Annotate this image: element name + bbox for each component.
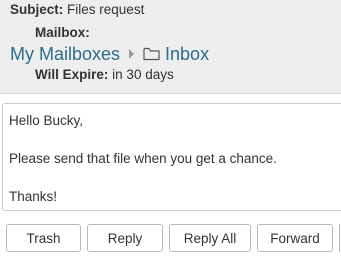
- breadcrumb-inbox-link[interactable]: Inbox: [165, 43, 209, 65]
- message-header: Subject: Files request Mailbox: My Mailb…: [0, 0, 341, 94]
- expire-label: Will Expire:: [35, 67, 109, 82]
- expire-value: in 30 days: [112, 67, 174, 82]
- next-button-edge: [339, 224, 340, 252]
- trash-button[interactable]: Trash: [6, 224, 81, 252]
- subject-row: Subject: Files request: [10, 2, 144, 18]
- breadcrumb-my-mailboxes-link[interactable]: My Mailboxes: [10, 43, 120, 65]
- folder-icon: [143, 47, 160, 61]
- breadcrumb-separator-icon: [129, 49, 135, 59]
- forward-button[interactable]: Forward: [257, 224, 333, 252]
- message-closing: Thanks!: [9, 189, 58, 204]
- reply-button[interactable]: Reply: [87, 224, 163, 252]
- message-body: Hello Bucky, Please send that file when …: [2, 103, 341, 211]
- mailbox-label: Mailbox:: [35, 25, 90, 40]
- subject-value: Files request: [67, 2, 145, 17]
- reply-all-button[interactable]: Reply All: [169, 224, 251, 252]
- breadcrumb: My Mailboxes Inbox: [10, 43, 209, 65]
- message-greeting: Hello Bucky,: [9, 113, 84, 128]
- message-text: Please send that file when you get a cha…: [9, 151, 277, 166]
- expire-row: Will Expire: in 30 days: [35, 67, 174, 83]
- mailbox-row: Mailbox:: [35, 25, 90, 41]
- subject-label: Subject:: [10, 2, 64, 17]
